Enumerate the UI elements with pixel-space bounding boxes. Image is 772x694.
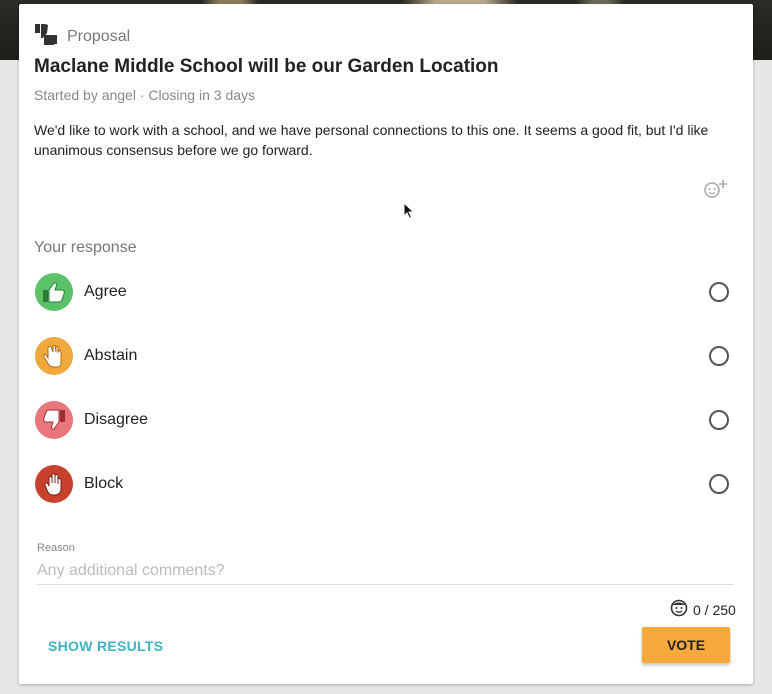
poll-meta: Started by angel · Closing in 3 days [34,87,256,103]
reason-input[interactable] [37,558,734,585]
option-agree[interactable]: Agree [35,272,729,312]
raised-hand-icon [35,337,73,375]
vote-button[interactable]: VOTE [642,627,730,663]
poll-type-label: Proposal [67,27,131,45]
character-counter: 0 / 250 [670,599,736,620]
option-label: Block [84,475,124,492]
show-results-button[interactable]: SHOW RESULTS [48,638,163,654]
thumbs-down-icon [35,401,73,439]
option-label: Abstain [84,347,138,364]
counter-text: 0 / 250 [693,601,736,618]
poll-title: Maclane Middle School will be our Garden… [34,56,499,77]
abstain-radio[interactable] [709,346,729,366]
option-block[interactable]: Block [35,464,729,504]
reason-label: Reason [37,542,75,554]
proposal-icon [33,22,59,51]
poll-description: We'd like to work with a school, and we … [34,122,709,158]
block-radio[interactable] [709,474,729,494]
poll-card: Proposal Maclane Middle School will be o… [19,4,753,684]
option-disagree[interactable]: Disagree [35,400,729,440]
add-reaction-icon[interactable] [703,178,729,203]
thumbs-up-icon [35,273,73,311]
option-label: Agree [84,283,127,300]
poll-header: Proposal [33,22,130,51]
disagree-radio[interactable] [709,410,729,430]
mouse-cursor-icon [403,201,415,225]
stop-hand-icon [35,465,73,503]
your-response-label: Your response [34,239,137,256]
option-abstain[interactable]: Abstain [35,336,729,376]
option-label: Disagree [84,411,149,428]
agree-radio[interactable] [709,282,729,302]
emoji-icon[interactable] [670,599,688,620]
